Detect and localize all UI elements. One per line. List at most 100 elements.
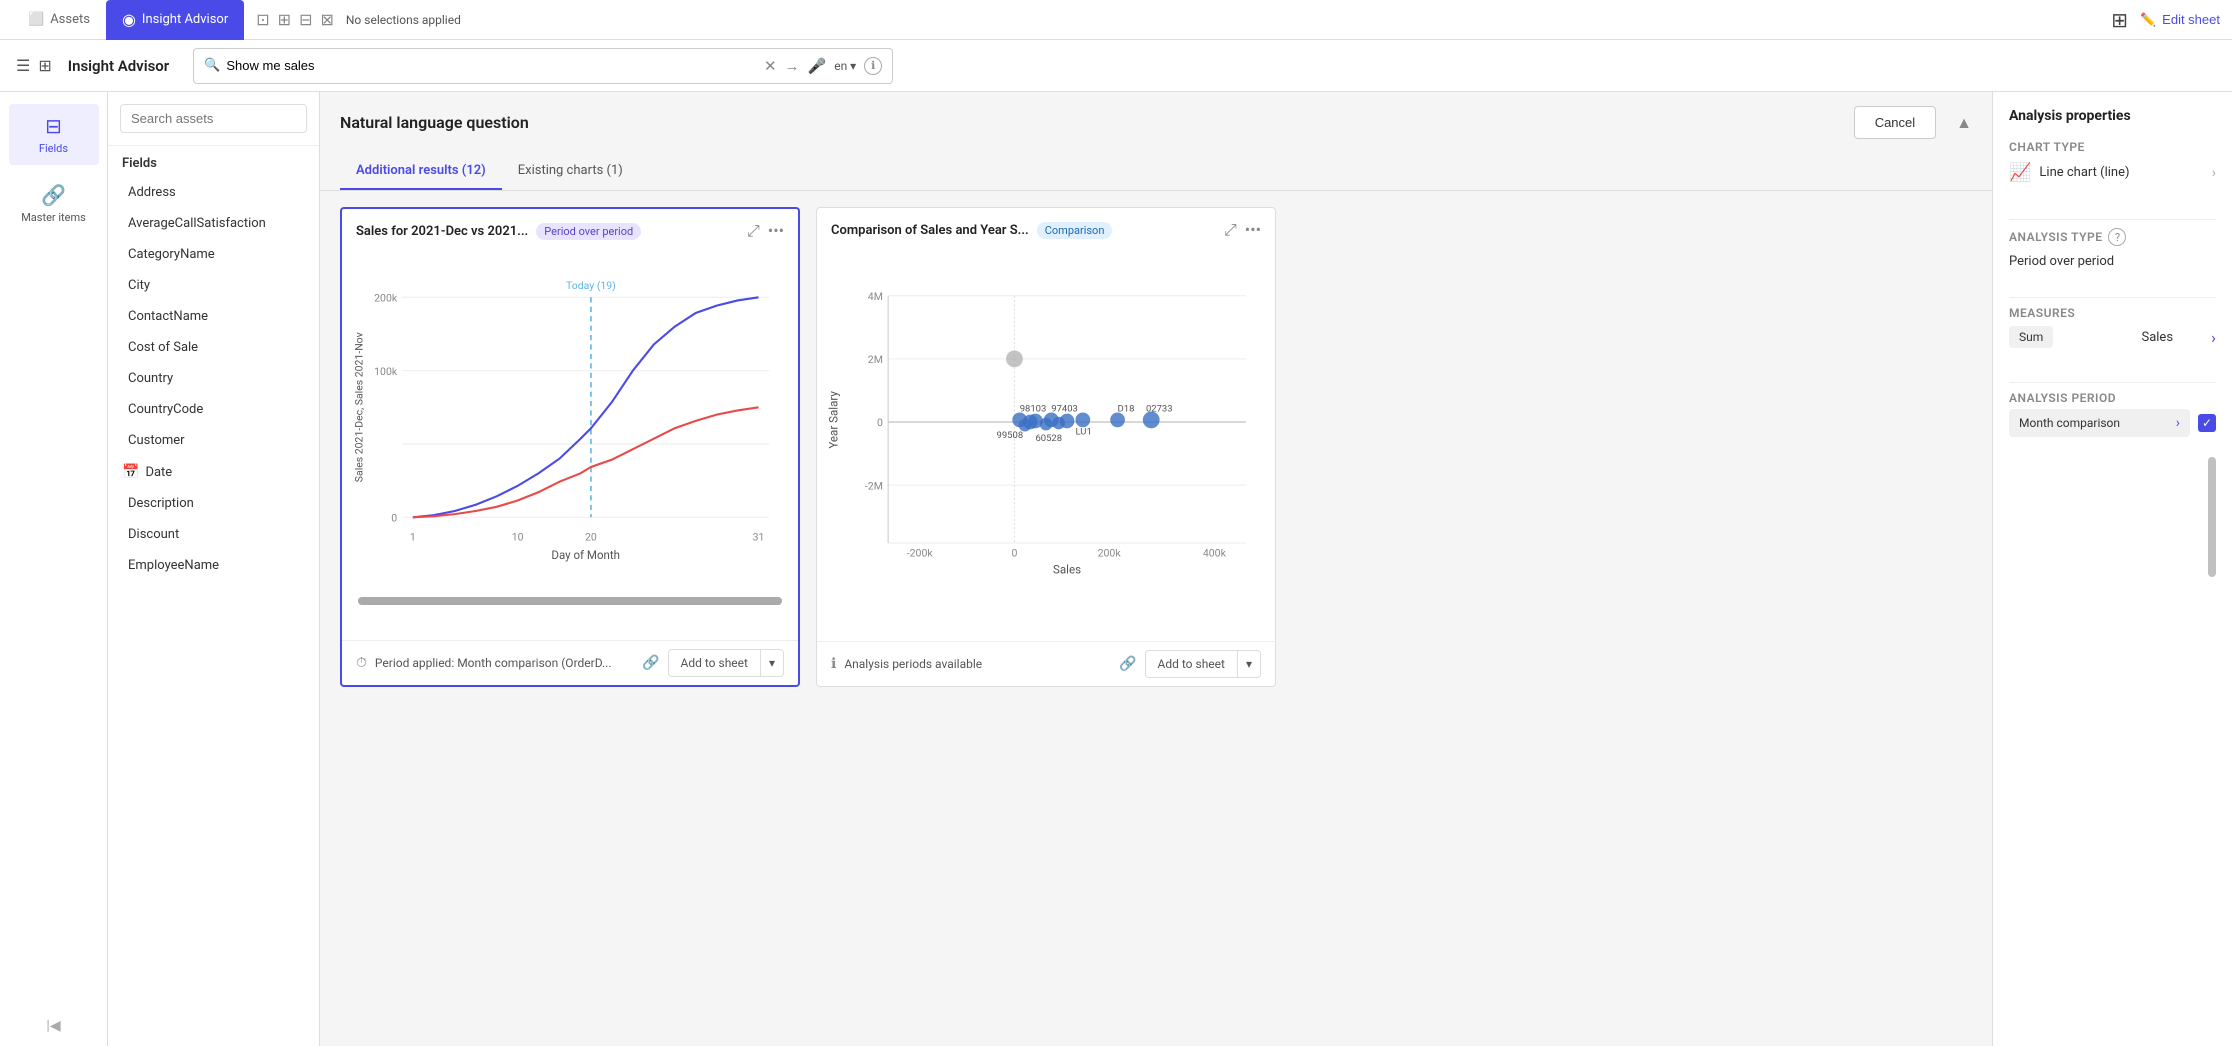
rp-measures-row: Sum Sales › (2009, 320, 2216, 354)
selection-icon-4[interactable]: ⊠ (320, 10, 333, 29)
tabs-bar: Additional results (12) Existing charts … (320, 153, 1992, 191)
chart-2-footer-text: Analysis periods available (844, 657, 1111, 671)
rp-measure-tag[interactable]: Sum (2009, 326, 2053, 348)
expand-icon[interactable]: ⤢ (747, 221, 760, 241)
fields-search-input[interactable] (120, 104, 307, 133)
rp-section-chart-type: Chart type 📈 Line chart (line) › (2009, 140, 2216, 191)
field-item-discount[interactable]: Discount (108, 519, 319, 550)
help-icon[interactable]: ? (2108, 228, 2126, 246)
period-checkbox[interactable] (2198, 414, 2216, 432)
chart-1-footer: ⏱ Period applied: Month comparison (Orde… (342, 640, 798, 685)
charts-grid: Sales for 2021-Dec vs 2021... Period ove… (320, 191, 1992, 1046)
chart-card-1-header: Sales for 2021-Dec vs 2021... Period ove… (342, 209, 798, 249)
assets-icon: ⬜ (28, 12, 44, 27)
svg-text:D18: D18 (1118, 403, 1135, 414)
more-options-icon-2[interactable]: ••• (1245, 220, 1261, 240)
master-items-icon: 🔗 (41, 183, 66, 207)
selection-icon-1[interactable]: ⊡ (256, 10, 269, 29)
master-items-nav-label: Master items (21, 211, 86, 224)
svg-text:20: 20 (585, 530, 597, 543)
field-item-city[interactable]: City (108, 270, 319, 301)
svg-text:Sales 2021-Dec, Sales 2021-Nov: Sales 2021-Dec, Sales 2021-Nov (353, 332, 366, 482)
chart-1-badge: Period over period (536, 223, 641, 240)
add-to-sheet-label-1[interactable]: Add to sheet (669, 650, 761, 676)
add-to-sheet-arrow-2[interactable]: ▾ (1238, 651, 1260, 677)
chart-1-scrollbar[interactable] (358, 597, 782, 605)
add-to-sheet-button-2[interactable]: Add to sheet ▾ (1145, 650, 1261, 678)
field-item-categoryname[interactable]: CategoryName (108, 239, 319, 270)
forward-icon[interactable]: → (785, 57, 800, 75)
add-to-sheet-label-2[interactable]: Add to sheet (1146, 651, 1238, 677)
chart-1-actions: ⤢ ••• (747, 221, 784, 241)
field-item-country[interactable]: Country (108, 363, 319, 394)
edit-sheet-button[interactable]: ✏️ Edit sheet (2140, 12, 2220, 28)
svg-text:-2M: -2M (865, 479, 883, 492)
svg-text:100k: 100k (374, 365, 398, 378)
chart-card-1: Sales for 2021-Dec vs 2021... Period ove… (340, 207, 800, 687)
field-item-costofsale[interactable]: Cost of Sale (108, 332, 319, 363)
chart-2-badge: Comparison (1037, 222, 1113, 239)
nav-right: ⊞ ✏️ Edit sheet (2111, 8, 2220, 32)
add-to-sheet-arrow-1[interactable]: ▾ (761, 650, 783, 676)
chart-type-expand-arrow[interactable]: › (2212, 165, 2216, 181)
grid-icon[interactable]: ⊞ (2111, 8, 2128, 32)
field-item-address[interactable]: Address (108, 177, 319, 208)
svg-text:LU1: LU1 (1075, 427, 1091, 438)
field-item-description[interactable]: Description (108, 488, 319, 519)
chart-1-title: Sales for 2021-Dec vs 2021... (356, 224, 528, 239)
svg-text:2M: 2M (868, 353, 883, 366)
field-item-date[interactable]: 📅 Date (108, 456, 319, 488)
more-options-icon[interactable]: ••• (768, 221, 784, 241)
clock-icon: ⏱ (356, 655, 367, 671)
rp-measure-value: Sales (2141, 330, 2173, 345)
cancel-button[interactable]: Cancel (1854, 106, 1936, 139)
link-icon-2[interactable]: 🔗 (1119, 656, 1136, 672)
tab-existing-charts[interactable]: Existing charts (1) (502, 153, 639, 190)
lang-selector[interactable]: en ▾ (834, 59, 856, 73)
period-tag[interactable]: Month comparison › (2009, 409, 2190, 437)
svg-text:Today (19): Today (19) (566, 279, 616, 292)
nav-tab-assets[interactable]: ⬜ Assets (12, 0, 106, 40)
chart-2-title: Comparison of Sales and Year S... (831, 223, 1029, 238)
svg-text:-200k: -200k (907, 547, 934, 560)
field-item-contactname[interactable]: ContactName (108, 301, 319, 332)
svg-text:200k: 200k (1098, 547, 1122, 560)
add-to-sheet-button-1[interactable]: Add to sheet ▾ (668, 649, 784, 677)
chart-1-footer-text: Period applied: Month comparison (OrderD… (375, 656, 634, 670)
info-icon[interactable]: ℹ (864, 57, 882, 75)
nav-tab-insight-advisor[interactable]: ◉ Insight Advisor (106, 0, 244, 40)
chart-type-value: Line chart (line) (2039, 165, 2129, 180)
tab-additional-results[interactable]: Additional results (12) (340, 153, 502, 190)
field-item-averagecallsatisfaction[interactable]: AverageCallSatisfaction (108, 208, 319, 239)
field-item-countrycode[interactable]: CountryCode (108, 394, 319, 425)
layout-icon-1[interactable]: ☰ (16, 56, 30, 75)
collapse-icon[interactable]: |◀ (46, 1018, 60, 1034)
right-panel-scrollbar[interactable] (2208, 457, 2216, 577)
field-item-employeename[interactable]: EmployeeName (108, 550, 319, 581)
search-bar-icons: ✕ → 🎤 en ▾ ℹ (764, 57, 882, 75)
search-input[interactable] (226, 58, 764, 73)
chart-type-row: 📈 Line chart (line) › (2009, 154, 2216, 191)
rp-measure-arrow[interactable]: › (2211, 328, 2216, 347)
measure-tag-label: Sum (2019, 330, 2043, 344)
sidebar-item-fields[interactable]: ⊟ Fields (9, 104, 99, 165)
expand-icon-2[interactable]: ⤢ (1224, 220, 1237, 240)
right-panel: Analysis properties Chart type 📈 Line ch… (1992, 92, 2232, 1046)
mic-icon[interactable]: 🎤 (808, 57, 827, 75)
field-item-customer[interactable]: Customer (108, 425, 319, 456)
svg-text:4M: 4M (868, 290, 883, 303)
selection-icon-3[interactable]: ⊟ (299, 10, 312, 29)
svg-text:0: 0 (391, 511, 397, 524)
insight-advisor-label: Insight Advisor (142, 12, 228, 27)
chart-2-footer: ℹ Analysis periods available 🔗 Add to sh… (817, 641, 1275, 686)
layout-icon-2[interactable]: ⊞ (38, 56, 51, 75)
svg-text:98103: 98103 (1020, 403, 1047, 414)
chart-1-body: 200k 100k 0 1 10 20 31 Day of Month Sale… (342, 249, 798, 640)
selection-icon-2[interactable]: ⊞ (278, 10, 291, 29)
clear-icon[interactable]: ✕ (764, 57, 777, 75)
rp-analysis-type-value: Period over period (2009, 254, 2114, 269)
link-icon-1[interactable]: 🔗 (642, 655, 659, 671)
content-title: Natural language question (340, 113, 529, 132)
sidebar-item-master-items[interactable]: 🔗 Master items (9, 173, 99, 234)
collapse-panel-button[interactable]: ▲ (1956, 113, 1972, 133)
